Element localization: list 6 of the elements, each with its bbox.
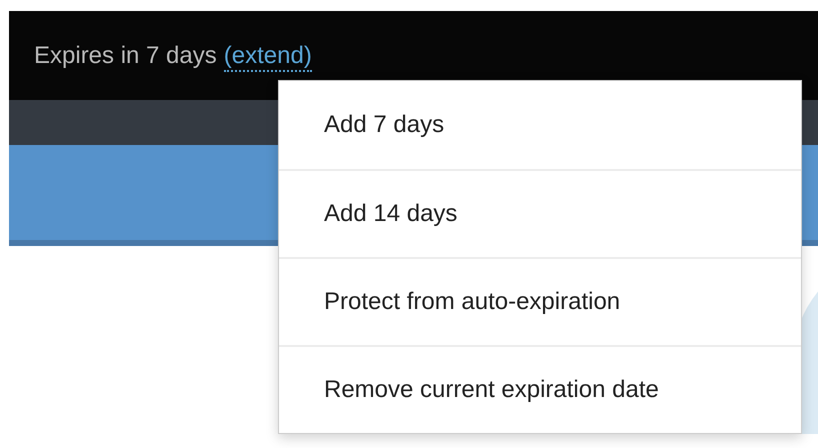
menu-item[interactable]: Add 7 days xyxy=(279,81,801,169)
menu-item[interactable]: Add 14 days xyxy=(279,169,801,257)
menu-item[interactable]: Remove current expiration date xyxy=(279,345,801,433)
expiry-status: Expires in 7 days xyxy=(34,42,217,70)
extend-link[interactable]: (extend) xyxy=(224,42,312,72)
menu-item[interactable]: Protect from auto-expiration xyxy=(279,257,801,345)
